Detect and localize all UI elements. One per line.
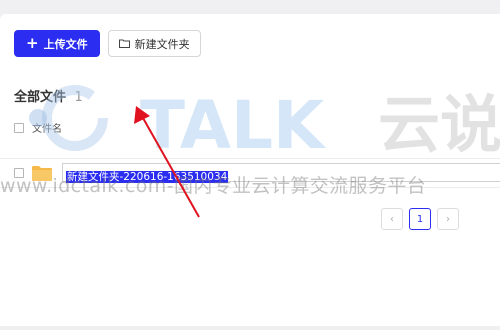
select-all-checkbox[interactable] bbox=[14, 122, 24, 133]
file-count: 1 bbox=[74, 90, 83, 105]
next-page-button[interactable]: › bbox=[437, 208, 459, 230]
file-manager-panel: + 上传文件 新建文件夹 全部文件 1 文件名 新建文件夹-220616-163… bbox=[0, 14, 500, 326]
toolbar: + 上传文件 新建文件夹 bbox=[14, 30, 201, 57]
pagination: ‹ 1 › bbox=[381, 208, 459, 230]
upload-button[interactable]: + 上传文件 bbox=[14, 30, 100, 57]
section-title-text: 全部文件 bbox=[14, 90, 67, 105]
folder-name-input[interactable]: 新建文件夹-220616-163510034 bbox=[62, 163, 500, 183]
filename-header: 文件名 bbox=[32, 124, 62, 135]
upload-label: 上传文件 bbox=[43, 37, 88, 51]
row-checkbox[interactable] bbox=[14, 168, 24, 178]
table-row: 新建文件夹-220616-163510034 bbox=[0, 158, 500, 188]
new-folder-label: 新建文件夹 bbox=[134, 37, 190, 51]
page-1-button[interactable]: 1 bbox=[409, 208, 431, 230]
table-header: 文件名 bbox=[14, 120, 62, 135]
section-title: 全部文件 1 bbox=[14, 86, 83, 105]
selected-folder-name: 新建文件夹-220616-163510034 bbox=[66, 171, 229, 183]
folder-icon bbox=[32, 166, 52, 181]
plus-icon: + bbox=[26, 34, 39, 52]
folder-outline-icon bbox=[118, 39, 130, 48]
new-folder-button[interactable]: 新建文件夹 bbox=[107, 30, 201, 57]
prev-page-button[interactable]: ‹ bbox=[381, 208, 403, 230]
